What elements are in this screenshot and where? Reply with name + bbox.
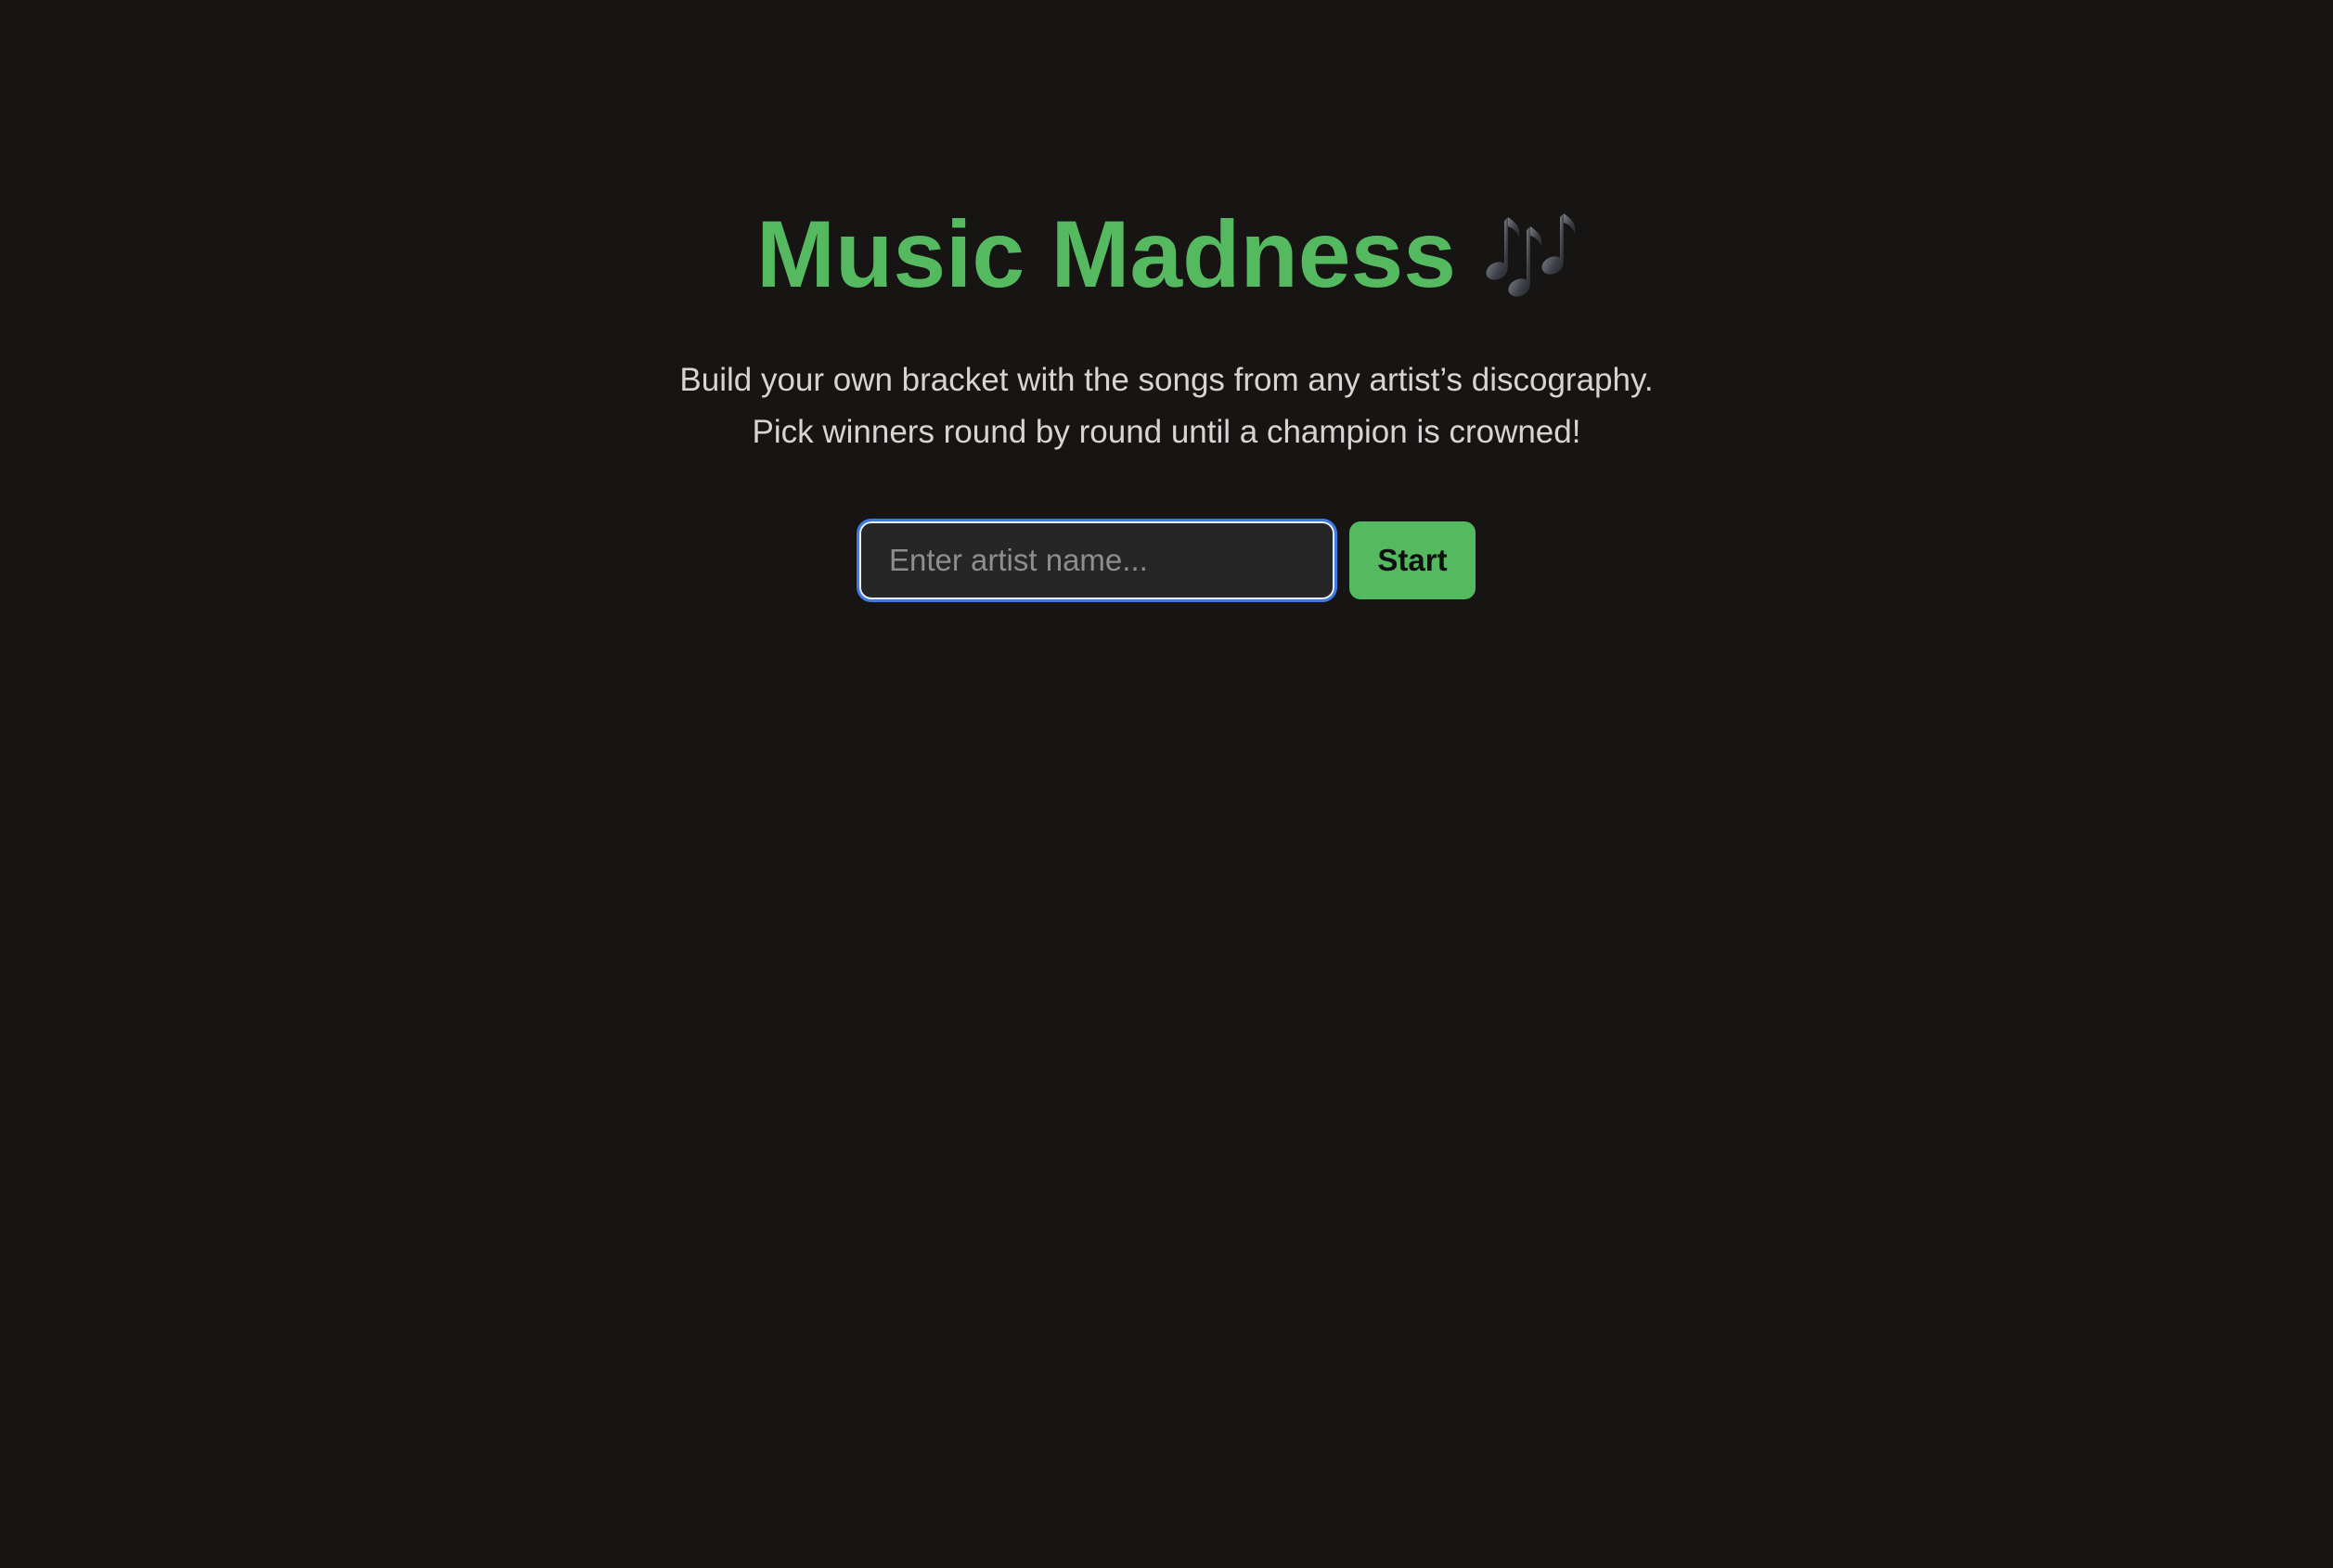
- subtitle-line-2: Pick winners round by round until a cham…: [752, 414, 1581, 450]
- page-title: Music Madness: [756, 201, 1456, 307]
- landing-page: Music Madness Build your own bracket wit…: [0, 0, 2333, 1568]
- artist-name-input[interactable]: [857, 519, 1337, 602]
- musical-notes-icon: [1480, 210, 1577, 302]
- subtitle-line-1: Build your own bracket with the songs fr…: [679, 362, 1654, 398]
- artist-search-form: Start: [857, 519, 1476, 602]
- header: Music Madness: [756, 197, 1577, 312]
- start-button[interactable]: Start: [1349, 521, 1476, 599]
- subtitle: Build your own bracket with the songs fr…: [679, 354, 1653, 458]
